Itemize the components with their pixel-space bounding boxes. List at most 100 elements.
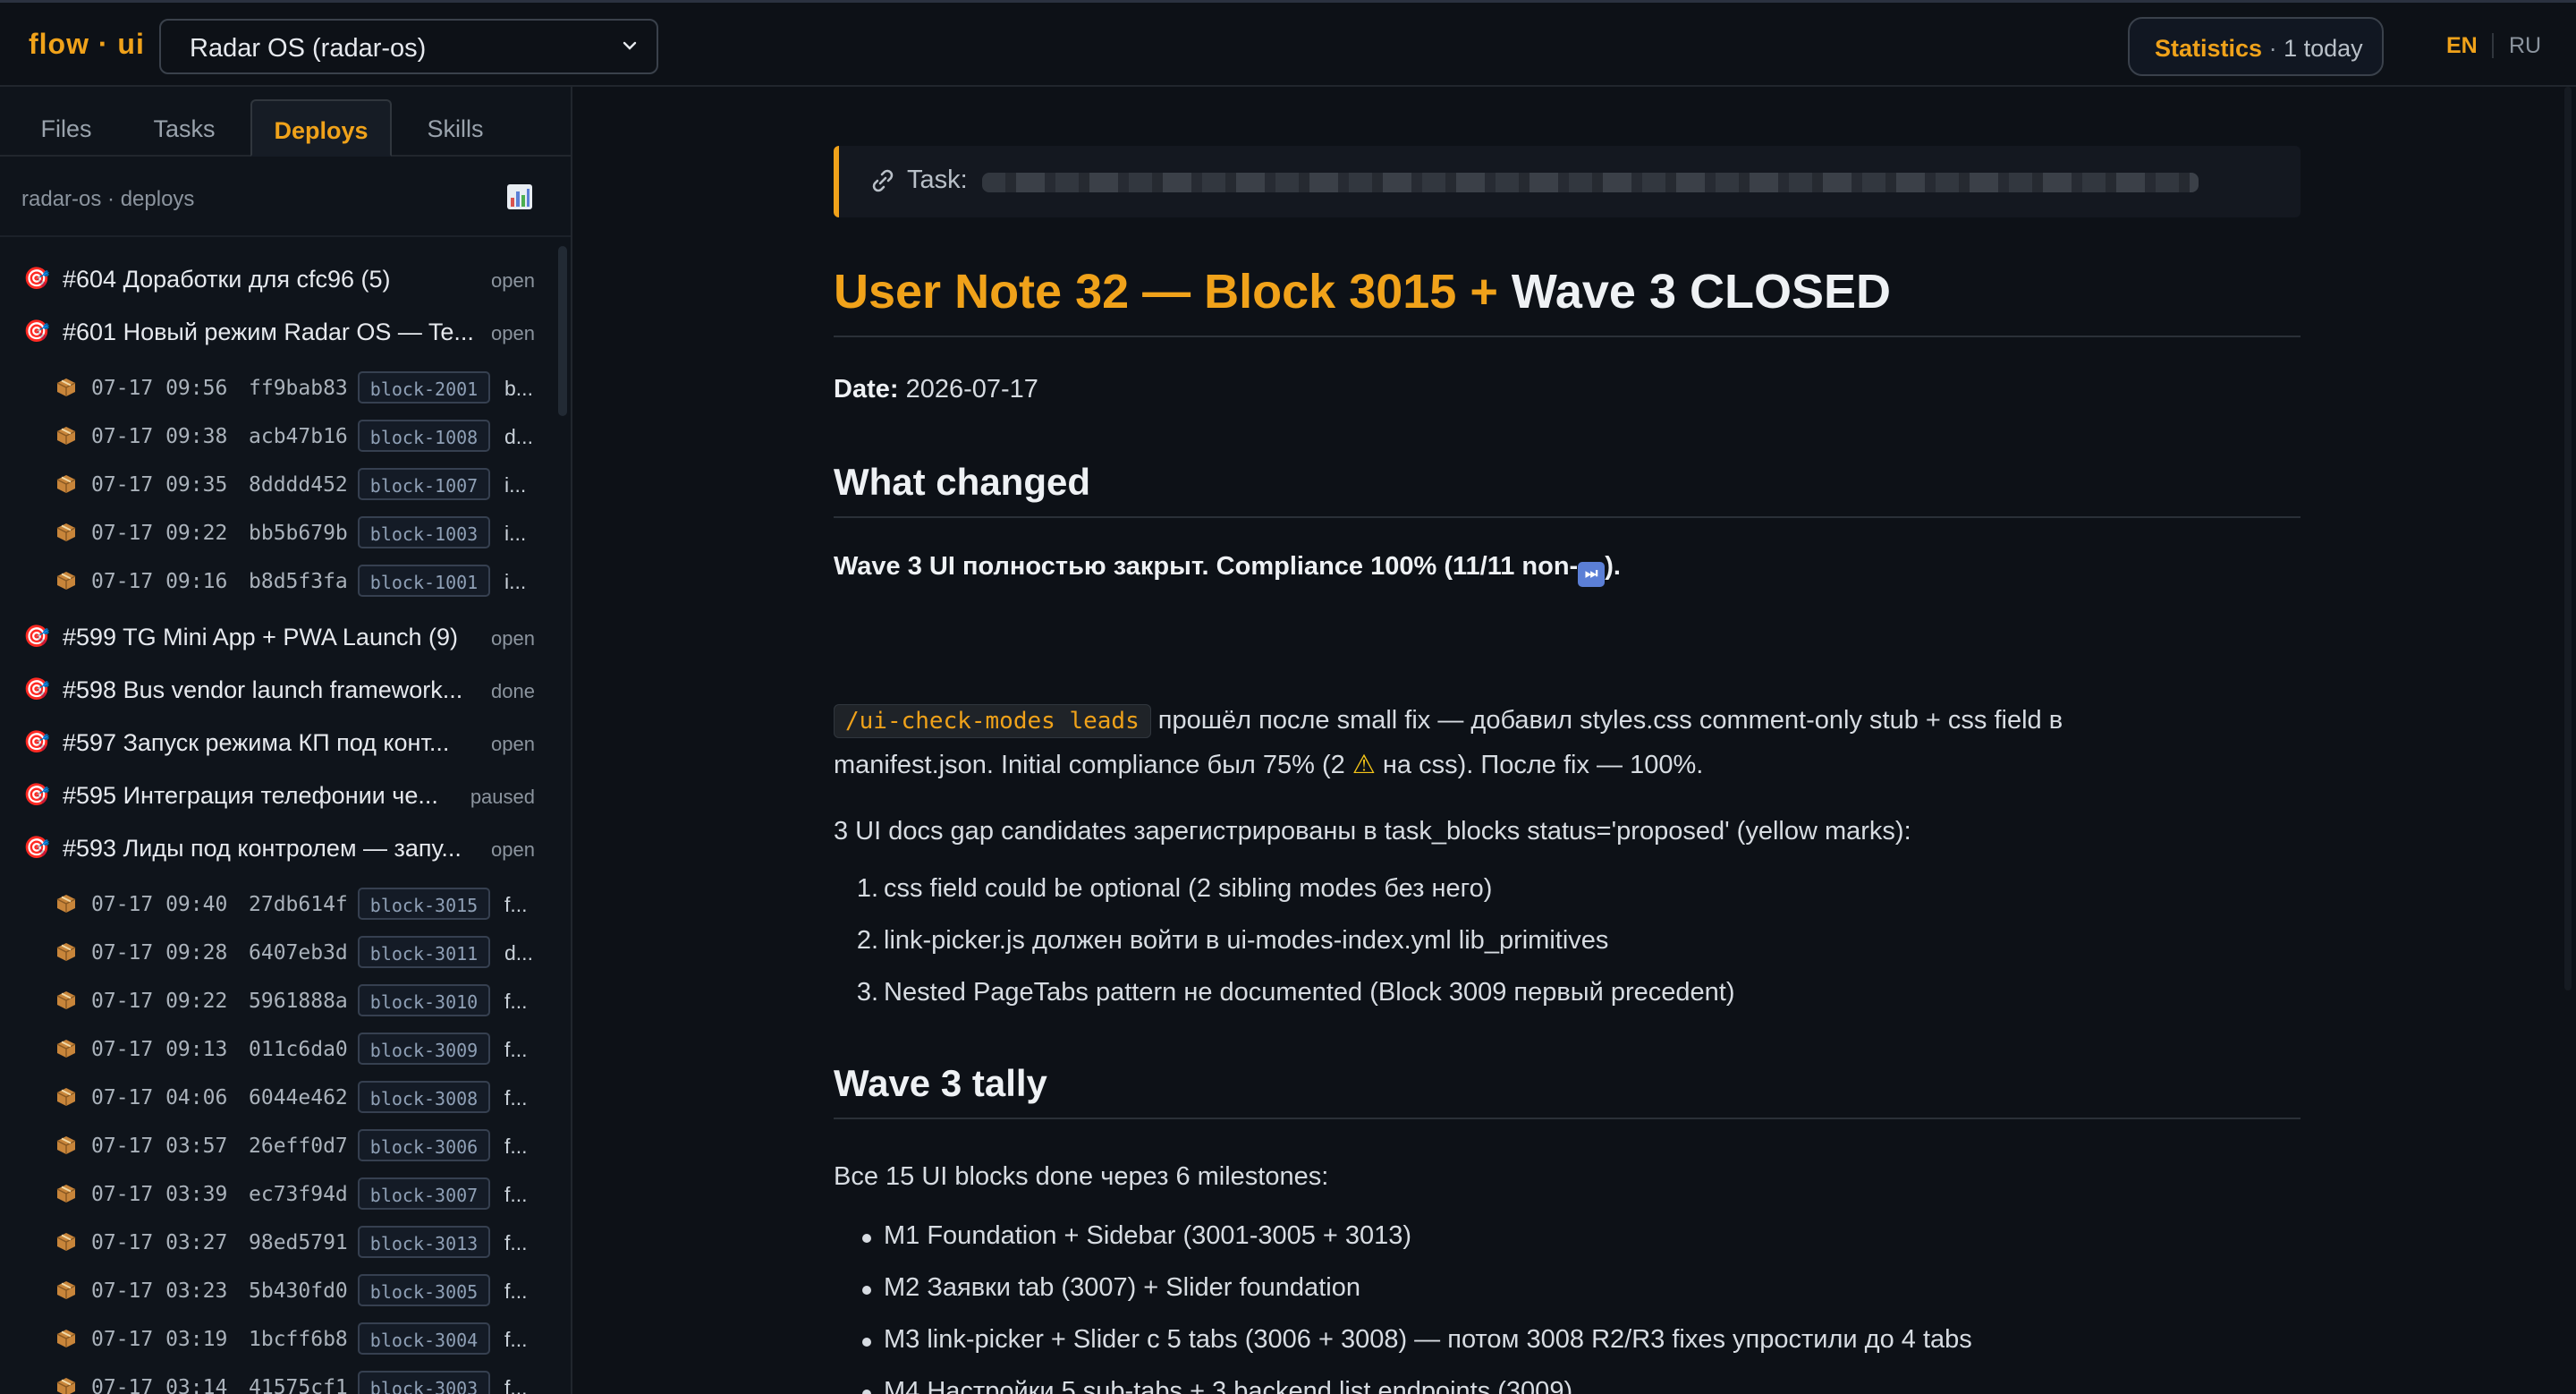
task-title: #604 Доработки для cfc96 (5) (63, 266, 391, 293)
statistics-button[interactable]: Statistics · 1 today (2128, 17, 2384, 76)
paragraph-fix-line2: manifest.json. Initial compliance был 75… (834, 744, 1703, 786)
deploy-hash: ec73f94d (249, 1183, 348, 1206)
date-label: Date: (834, 375, 899, 404)
task-row[interactable]: 🎯 #593 Лиды под контролем — запу... open (0, 831, 555, 867)
task-title: #601 Новый режим Radar OS — Te... (63, 319, 474, 345)
deploy-row[interactable]: 07-17 09:28 6407eb3d block-3011 d... (0, 936, 555, 977)
deploy-desc: f... (504, 1038, 528, 1061)
deploy-row[interactable]: 07-17 04:06 6044e462 block-3008 f... (0, 1081, 555, 1122)
list-text: M4 Настройки 5 sub-tabs + 3 backend list… (884, 1377, 1573, 1394)
sidebar: Files Tasks Deploys Skills radar-os · de… (0, 87, 572, 1394)
deploy-row[interactable]: 07-17 03:23 5b430fd0 block-3005 f... (0, 1274, 555, 1315)
target-icon: 🎯 (23, 677, 50, 701)
task-row[interactable]: 🎯 #597 Запуск режима КП под конт... open (0, 726, 555, 761)
deploy-row[interactable]: 07-17 03:39 ec73f94d block-3007 f... (0, 1177, 555, 1219)
deploy-row[interactable]: 07-17 09:13 011c6da0 block-3009 f... (0, 1033, 555, 1074)
deploy-desc: i... (504, 522, 527, 545)
main-scrollbar-thumb[interactable] (2564, 87, 2572, 990)
deploy-row[interactable]: 07-17 03:57 26eff0d7 block-3006 f... (0, 1129, 555, 1170)
lang-ru-button[interactable]: RU (2509, 33, 2541, 59)
deploy-row[interactable]: 07-17 09:22 bb5b679b block-1003 i... (0, 516, 555, 557)
lang-en-button[interactable]: EN (2446, 33, 2478, 59)
tab-skills[interactable]: Skills (406, 99, 504, 157)
deploy-row[interactable]: 07-17 09:56 ff9bab83 block-2001 b... (0, 371, 555, 412)
task-title: #595 Интеграция телефонии че... (63, 782, 438, 809)
deploy-row[interactable]: 07-17 03:14 41575cf1 block-3003 f... (0, 1371, 555, 1394)
lang-divider (2492, 33, 2494, 58)
deploy-row[interactable]: 07-17 09:38 acb47b16 block-1008 d... (0, 420, 555, 461)
compliance-line: Wave 3 UI полностью закрыт. Compliance 1… (834, 545, 1621, 588)
deploy-time: 07-17 04:06 (91, 1086, 228, 1109)
sidebar-subheader: radar-os · deploys (21, 187, 195, 211)
deploy-desc: f... (504, 1086, 528, 1109)
deploy-time: 07-17 03:14 (91, 1376, 228, 1394)
task-row[interactable]: 🎯 #595 Интеграция телефонии че... paused (0, 778, 555, 814)
deploy-hash: 8dddd452 (249, 473, 348, 497)
task-label: Task: (907, 166, 968, 194)
deploy-hash: 6044e462 (249, 1086, 348, 1109)
package-icon (56, 1330, 76, 1347)
list-divider (0, 235, 571, 237)
deploy-time: 07-17 03:39 (91, 1183, 228, 1206)
list-number: 3. (856, 978, 878, 1007)
block-badge: block-3005 (358, 1274, 490, 1306)
task-title: #597 Запуск режима КП под конт... (63, 729, 450, 756)
bar-chart-icon[interactable] (506, 183, 533, 210)
deploy-hash: 6407eb3d (249, 941, 348, 965)
deploy-row[interactable]: 07-17 09:22 5961888a block-3010 f... (0, 984, 555, 1025)
task-title: #599 TG Mini App + PWA Launch (9) (63, 624, 458, 650)
date-line: Date: 2026-07-17 (834, 368, 1038, 411)
deploy-hash: 5b430fd0 (249, 1279, 348, 1303)
task-row[interactable]: 🎯 #598 Bus vendor launch framework... done (0, 673, 555, 709)
compliance-end: ). (1605, 552, 1621, 581)
target-icon: 🎯 (23, 836, 50, 860)
deploy-row[interactable]: 07-17 03:27 98ed5791 block-3013 f... (0, 1226, 555, 1267)
list-text: link-picker.js должен войти в ui-modes-i… (884, 926, 1609, 955)
deploy-desc: f... (504, 1135, 528, 1158)
deploy-row[interactable]: 07-17 09:35 8dddd452 block-1007 i... (0, 468, 555, 509)
task-row[interactable]: 🎯 #601 Новый режим Radar OS — Te... open (0, 315, 555, 351)
top-bar: flow · ui Radar OS (radar-os) Statistics… (0, 0, 2576, 87)
paragraph-gap-candidates: 3 UI docs gap candidates зарегистрирован… (834, 817, 1911, 846)
deploy-row[interactable]: 07-17 03:19 1bcff6b8 block-3004 f... (0, 1322, 555, 1364)
task-status: paused (470, 786, 535, 808)
app-logo[interactable]: flow · ui (29, 28, 145, 61)
target-icon: 🎯 (23, 267, 50, 291)
project-select[interactable]: Radar OS (radar-os) (159, 19, 658, 74)
block-badge: block-3013 (358, 1226, 490, 1258)
deploy-hash: 27db614f (249, 893, 348, 916)
task-row[interactable]: 🎯 #604 Доработки для cfc96 (5) open (0, 262, 555, 298)
task-status: open (491, 322, 535, 344)
tab-files[interactable]: Files (16, 99, 116, 157)
deploy-time: 07-17 09:22 (91, 990, 228, 1013)
page-title: User Note 32 — Block 3015 + Wave 3 CLOSE… (834, 264, 2301, 337)
deploy-row[interactable]: 07-17 09:16 b8d5f3fa block-1001 i... (0, 565, 555, 606)
main-scrollbar[interactable] (2562, 87, 2576, 999)
tab-deploys[interactable]: Deploys (250, 99, 392, 157)
bullet-dot (862, 1286, 871, 1295)
paragraph-fix-text: прошёл после small fix — добавил styles.… (1150, 706, 2063, 735)
package-icon (56, 1281, 76, 1299)
task-row[interactable]: 🎯 #599 TG Mini App + PWA Launch (9) open (0, 620, 555, 656)
tab-tasks[interactable]: Tasks (131, 99, 238, 157)
block-badge: block-3010 (358, 984, 490, 1016)
sidebar-scrollbar[interactable] (558, 246, 567, 416)
package-icon (56, 427, 76, 445)
block-badge: block-3003 (358, 1371, 490, 1394)
package-icon (56, 572, 76, 590)
package-icon (56, 1378, 76, 1394)
deploy-hash: ff9bab83 (249, 377, 348, 400)
deploy-row[interactable]: 07-17 09:40 27db614f block-3015 f... (0, 888, 555, 929)
bullet-dot (862, 1390, 871, 1394)
list-text: Nested PageTabs pattern не documented (B… (884, 978, 1735, 1007)
block-badge: block-3008 (358, 1081, 490, 1113)
block-badge: block-2001 (358, 371, 490, 404)
deploy-time: 07-17 03:23 (91, 1279, 228, 1303)
statistics-label: Statistics (2155, 35, 2263, 62)
block-badge: block-3011 (358, 936, 490, 968)
deploy-desc: f... (504, 1183, 528, 1206)
paragraph-milestones: Все 15 UI blocks done через 6 milestones… (834, 1162, 1329, 1191)
task-link-card[interactable]: Task: (834, 146, 2301, 217)
bullet-dot (862, 1338, 871, 1347)
block-badge: block-3015 (358, 888, 490, 920)
